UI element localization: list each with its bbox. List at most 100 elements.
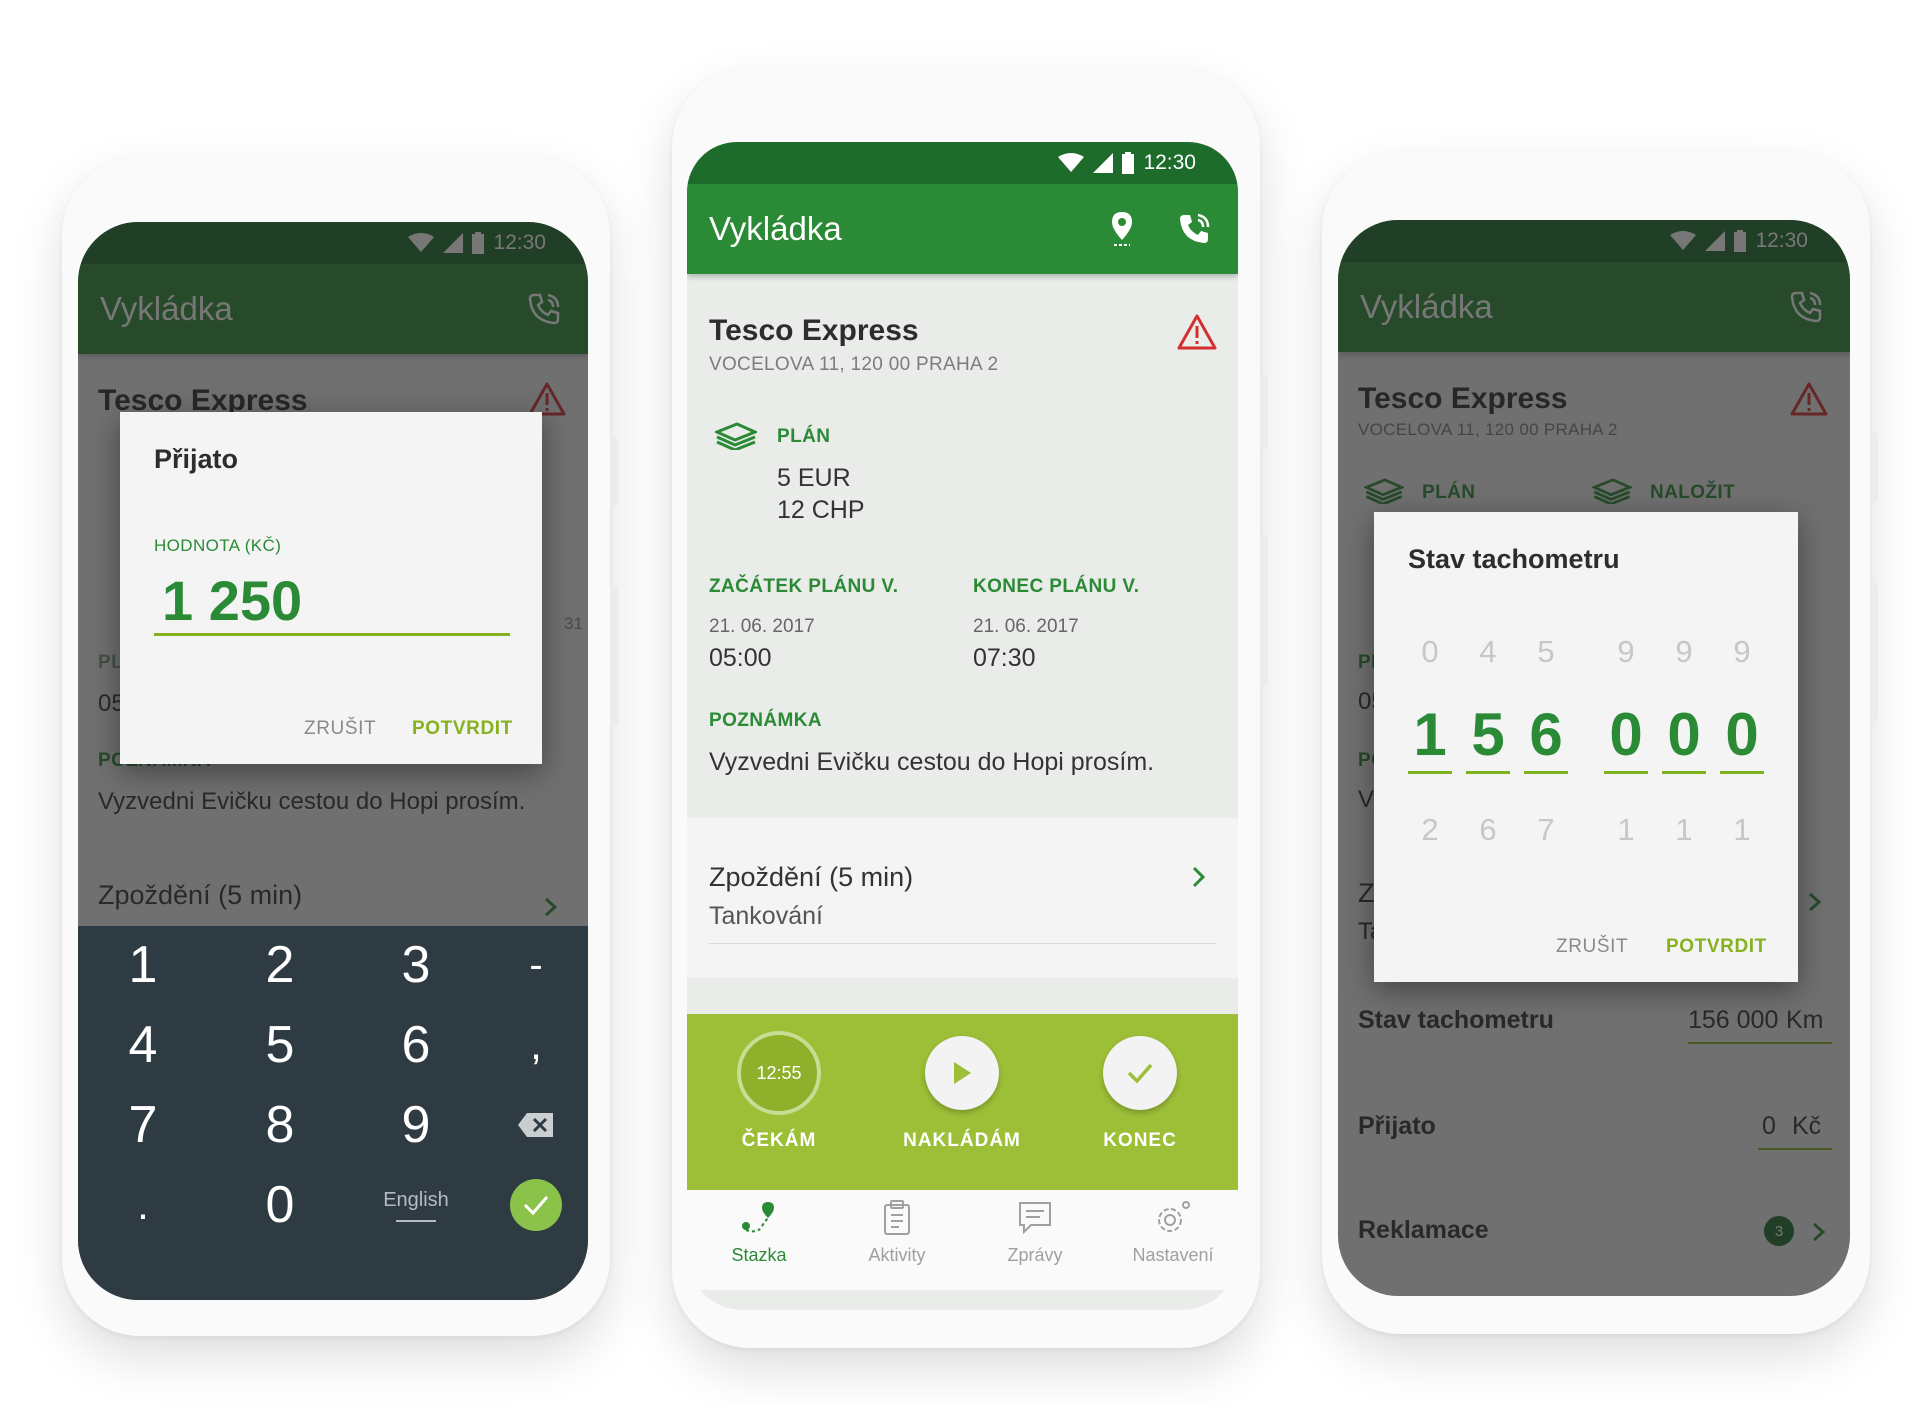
confirm-button[interactable]: POTVRDIT [1666, 936, 1767, 958]
odometer-digit-picker[interactable]: 4 5 6 [1466, 634, 1510, 848]
key-5[interactable]: 5 [240, 1010, 320, 1080]
odometer-digit-picker[interactable]: 5 6 7 [1524, 634, 1568, 848]
key-minus[interactable]: - [496, 930, 576, 1000]
odometer-digit-picker[interactable]: 9 0 1 [1604, 634, 1648, 848]
finish-action[interactable]: KONEC [1055, 1036, 1225, 1152]
status-bar: 12:30 [78, 222, 588, 264]
signal-icon [1705, 231, 1726, 251]
delay-row[interactable]: Zpoždění (5 min) Tankování [687, 818, 1238, 978]
nav-stazka[interactable]: Stazka [699, 1200, 819, 1266]
phone-call-icon[interactable] [1172, 207, 1216, 251]
odometer-digit-picker[interactable]: 9 0 1 [1662, 634, 1706, 848]
phone-call-icon[interactable] [1784, 285, 1828, 329]
status-time: 12:30 [1143, 151, 1196, 174]
key-2[interactable]: 2 [240, 930, 320, 1000]
side-button [1870, 432, 1878, 502]
cancel-button[interactable]: ZRUŠIT [1556, 936, 1628, 958]
key-comma[interactable]: , [496, 1010, 576, 1080]
digit-selected: 6 [1529, 701, 1563, 768]
nav-aktivity[interactable]: Aktivity [837, 1200, 957, 1266]
plan-start-time: 05:00 [709, 644, 772, 672]
odometer-digit-picker[interactable]: 9 0 1 [1720, 634, 1764, 848]
odometer-underline [1688, 1042, 1832, 1044]
app-bar: Vykládka [687, 184, 1238, 274]
message-icon [1019, 1202, 1051, 1235]
center-phone: 12:30 Vykládka Tesco Express VOCELOVA 11… [672, 68, 1268, 1348]
load-label: NALOŽIT [1650, 482, 1736, 503]
phone-call-icon[interactable] [522, 287, 566, 331]
warning-icon[interactable] [528, 382, 566, 416]
chevron-right-icon[interactable] [544, 897, 558, 917]
complaints-row[interactable]: Reklamace 3 [1338, 1182, 1850, 1272]
key-3[interactable]: 3 [376, 930, 456, 1000]
signal-icon [443, 233, 464, 253]
note-text: Vyzvedni Evičku cestou do Hopi prosím. [709, 748, 1155, 776]
action-bar: 12:55 ČEKÁM NAKLÁDÁM KONEC [687, 1014, 1238, 1190]
cancel-button[interactable]: ZRUŠIT [304, 718, 376, 740]
plan-start-date: 21. 06. 2017 [709, 616, 815, 637]
odometer-row[interactable]: Stav tachometru 156 000 Km [1338, 972, 1850, 1062]
complaints-count: 3 [1774, 1222, 1784, 1240]
digit-selected: 0 [1725, 701, 1759, 768]
odometer-digit-picker[interactable]: 0 1 2 [1408, 634, 1452, 848]
warning-icon[interactable] [1790, 382, 1828, 416]
status-bar: 12:30 [1338, 220, 1850, 262]
side-button [1870, 582, 1878, 722]
nav-zpravy[interactable]: Zprávy [975, 1200, 1095, 1266]
amount-input[interactable]: 1 250 [154, 568, 510, 636]
wifi-icon [1670, 231, 1697, 250]
key-9[interactable]: 9 [376, 1090, 456, 1160]
store-address: VOCELOVA 11, 120 00 PRAHA 2 [1358, 420, 1618, 439]
chevron-right-icon[interactable] [1808, 892, 1822, 912]
digit-prev: 5 [1537, 634, 1555, 669]
pallet-icon [715, 422, 757, 450]
plan-item: 5 EUR [777, 464, 851, 492]
digit-underline [1662, 771, 1706, 774]
gear-icon [1158, 1201, 1190, 1232]
app-title: Vykládka [100, 290, 233, 327]
waiting-timer-circle: 12:55 [737, 1031, 821, 1115]
app-title: Vykládka [1360, 288, 1493, 325]
digit-prev: 9 [1675, 634, 1693, 669]
key-6[interactable]: 6 [376, 1010, 456, 1080]
digit-prev: 0 [1421, 634, 1439, 669]
digit-prev: 9 [1617, 634, 1635, 669]
delay-title[interactable]: Zpoždění (5 min) [98, 880, 302, 911]
status-time: 12:30 [493, 231, 546, 254]
digit-next: 2 [1421, 812, 1439, 847]
key-dot[interactable]: . [103, 1170, 183, 1240]
warning-icon[interactable] [1177, 314, 1217, 350]
waiting-action[interactable]: 12:55 ČEKÁM [694, 1031, 864, 1152]
confirm-button[interactable]: POTVRDIT [412, 718, 513, 740]
clipboard-icon [884, 1200, 910, 1235]
wifi-icon [408, 233, 435, 252]
key-0[interactable]: 0 [240, 1170, 320, 1240]
nav-zpravy-label: Zprávy [1007, 1245, 1063, 1265]
app-bar: Vykládka [78, 264, 588, 354]
received-row[interactable]: Přijato 0 Kč [1338, 1078, 1850, 1168]
key-8[interactable]: 8 [240, 1090, 320, 1160]
keypad-done-button[interactable] [496, 1170, 576, 1240]
plan-label: PLÁN [1422, 482, 1476, 503]
signal-icon [1093, 153, 1114, 173]
pallet-icon [1592, 478, 1632, 504]
store-address: VOCELOVA 11, 120 00 PRAHA 2 [709, 354, 999, 375]
loading-action[interactable]: NAKLÁDÁM [877, 1036, 1047, 1152]
location-pin-icon[interactable] [1100, 207, 1144, 251]
language-key[interactable]: English [358, 1170, 474, 1240]
odometer-label: Stav tachometru [1358, 1006, 1554, 1034]
backspace-icon[interactable] [496, 1090, 576, 1160]
key-4[interactable]: 4 [103, 1010, 183, 1080]
digit-prev: 9 [1733, 634, 1751, 669]
side-button [610, 586, 618, 726]
digit-underline [1408, 771, 1452, 774]
nav-nastaveni[interactable]: Nastavení [1113, 1200, 1233, 1266]
digit-prev: 4 [1479, 634, 1497, 669]
check-icon [510, 1179, 562, 1231]
key-1[interactable]: 1 [103, 930, 183, 1000]
received-label: Přijato [1358, 1112, 1436, 1140]
check-icon [1103, 1036, 1177, 1110]
battery-icon [1734, 230, 1747, 252]
key-7[interactable]: 7 [103, 1090, 183, 1160]
digit-selected: 5 [1471, 701, 1505, 768]
